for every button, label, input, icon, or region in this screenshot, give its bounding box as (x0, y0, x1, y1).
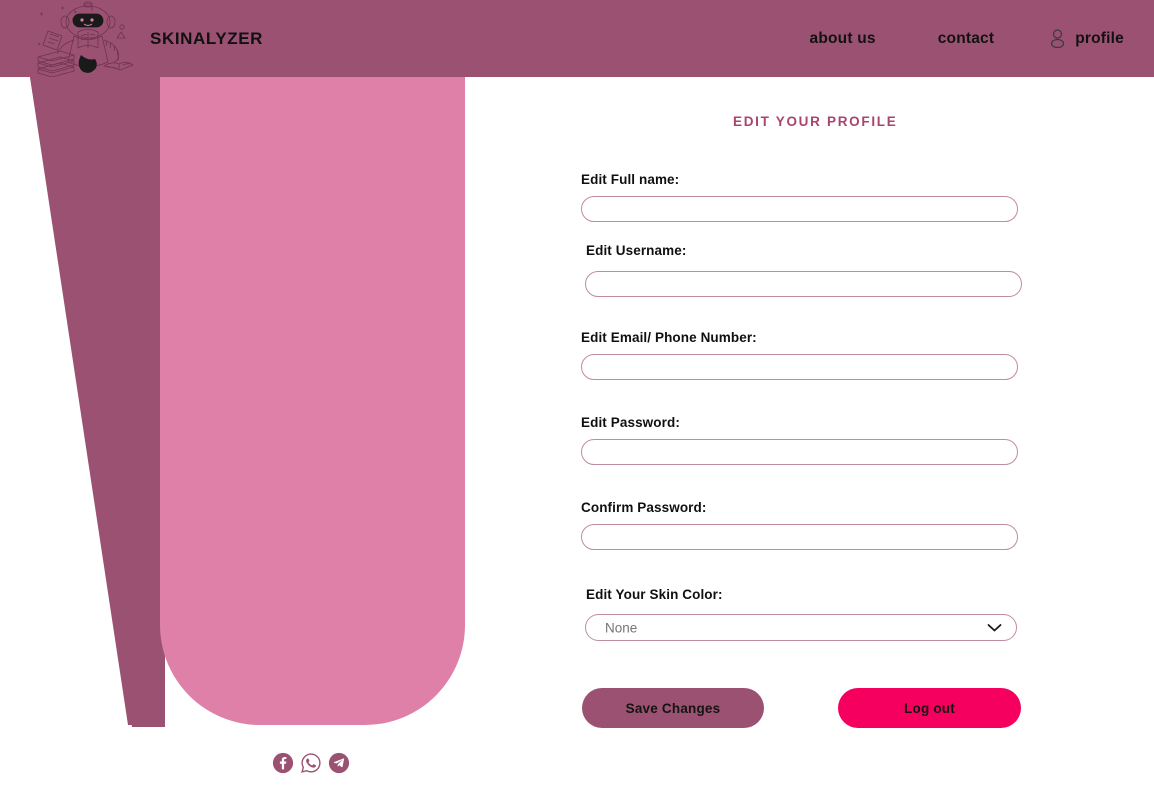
telegram-icon[interactable] (328, 752, 350, 774)
nav-item-contact[interactable]: contact (938, 30, 995, 48)
email-phone-input[interactable] (581, 354, 1018, 380)
social-links (272, 752, 350, 774)
confirm-password-input[interactable] (581, 524, 1018, 550)
label-email-phone: Edit Email/ Phone Number: (581, 330, 757, 345)
page-title: EDIT YOUR PROFILE (733, 114, 898, 129)
nav-item-profile-label: profile (1075, 29, 1124, 47)
profile-page: SKINALYZER about us contact profile EDIT… (0, 0, 1154, 809)
skin-color-select[interactable]: None (585, 614, 1017, 641)
whatsapp-icon[interactable] (300, 752, 322, 774)
save-changes-button[interactable]: Save Changes (582, 688, 764, 728)
label-skin-color: Edit Your Skin Color: (586, 587, 723, 602)
label-confirm-password: Confirm Password: (581, 500, 707, 515)
skin-color-select-box[interactable] (585, 614, 1017, 641)
person-icon (1051, 29, 1065, 48)
label-password: Edit Password: (581, 415, 680, 430)
label-full-name: Edit Full name: (581, 172, 680, 187)
edit-profile-form: EDIT YOUR PROFILE Edit Full name: Edit U… (0, 77, 1154, 809)
facebook-icon[interactable] (272, 752, 294, 774)
username-input[interactable] (585, 271, 1022, 297)
label-username: Edit Username: (586, 243, 687, 258)
robot-reading-books-logo[interactable] (26, 0, 134, 77)
nav-item-profile[interactable]: profile (1049, 29, 1124, 48)
logout-button[interactable]: Log out (838, 688, 1021, 728)
password-input[interactable] (581, 439, 1018, 465)
brand-title: SKINALYZER (150, 29, 264, 48)
full-name-input[interactable] (581, 196, 1018, 222)
main-navigation: about us contact profile (810, 0, 1124, 77)
nav-item-about-us[interactable]: about us (810, 30, 876, 48)
page-header: SKINALYZER about us contact profile (0, 0, 1154, 77)
